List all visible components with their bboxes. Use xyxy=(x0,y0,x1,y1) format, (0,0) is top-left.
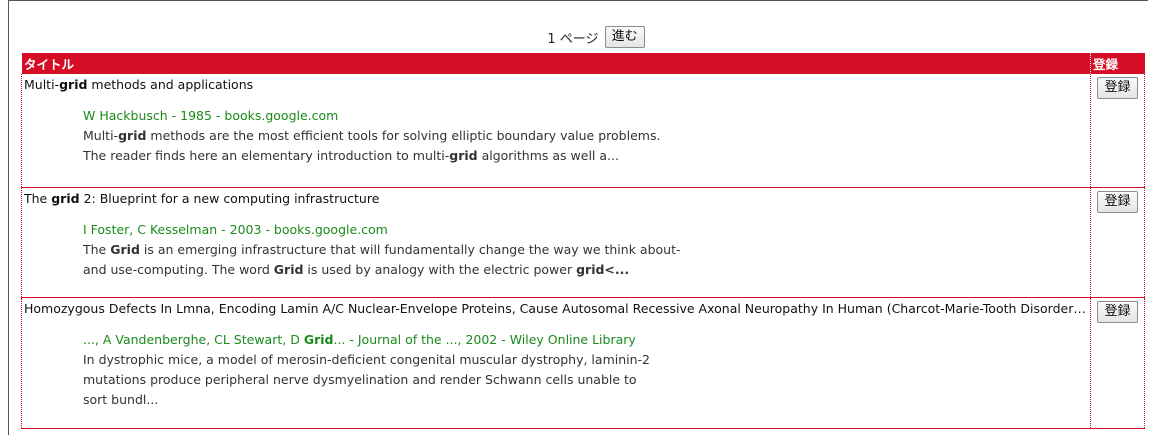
title-text: The xyxy=(24,190,52,206)
result-desc-line: mutations produce peripheral nerve dysmy… xyxy=(83,371,637,387)
desc-text: algorithms as well a... xyxy=(477,148,619,163)
register-button[interactable]: 登録 xyxy=(1097,77,1138,99)
result-desc-line: Multi-grid methods are the most efficien… xyxy=(83,126,1088,146)
title-text: 2: Blueprint for a new computing infrast… xyxy=(79,190,380,206)
desc-highlight: Grid xyxy=(273,261,304,277)
register-button[interactable]: 登録 xyxy=(1097,190,1138,213)
title-highlight: grid xyxy=(51,190,80,206)
result-snippet: W Hackbusch - 1985 - books.google.com Mu… xyxy=(83,106,1088,166)
result-title[interactable]: The grid 2: Blueprint for a new computin… xyxy=(24,191,1088,206)
meta-highlight: Grid xyxy=(303,331,334,347)
header-row: タイトル 登録 xyxy=(21,53,1145,74)
result-title[interactable]: Multi-grid methods and applications xyxy=(24,77,1088,92)
register-cell: 登録 xyxy=(1090,297,1145,429)
desc-text: methods are the most efficient tools for… xyxy=(146,128,661,143)
table-row: The grid 2: Blueprint for a new computin… xyxy=(21,187,1145,298)
result-desc-line: and use-computing. The word Grid is used… xyxy=(83,260,1088,280)
result-cell: Homozygous Defects In Lmna, Encoding Lam… xyxy=(21,297,1091,429)
next-page-button[interactable]: 進む xyxy=(604,26,645,48)
table-row: Multi-grid methods and applications W Ha… xyxy=(21,74,1145,188)
meta-text: ..., A Vandenberghe, CL Stewart, D xyxy=(83,331,304,347)
pager: 1 ページ 進む xyxy=(0,26,1150,48)
result-cell: Multi-grid methods and applications W Ha… xyxy=(21,74,1091,188)
results-table: タイトル 登録 Multi-grid methods and applicati… xyxy=(21,53,1145,429)
result-meta: I Foster, C Kesselman - 2003 - books.goo… xyxy=(83,221,388,237)
desc-text: is an emerging infrastructure that will … xyxy=(139,241,681,257)
desc-text: is used by analogy with the electric pow… xyxy=(303,261,577,277)
result-cell: The grid 2: Blueprint for a new computin… xyxy=(21,187,1091,298)
desc-highlight: grid<... xyxy=(576,261,630,277)
register-cell: 登録 xyxy=(1090,74,1145,188)
result-desc-line: The reader finds here an elementary intr… xyxy=(83,146,1088,166)
result-desc-line: The Grid is an emerging infrastructure t… xyxy=(83,240,1088,260)
title-text: methods and applications xyxy=(87,77,254,92)
title-text: Multi- xyxy=(24,77,60,92)
column-header-register: 登録 xyxy=(1090,53,1145,74)
title-highlight: grid xyxy=(59,77,88,92)
meta-text: ... - Journal of the ..., 2002 - Wiley O… xyxy=(333,331,636,347)
table-row: Homozygous Defects In Lmna, Encoding Lam… xyxy=(21,297,1145,429)
result-desc-line: sort bundl... xyxy=(83,391,159,407)
register-button[interactable]: 登録 xyxy=(1097,300,1138,323)
result-snippet: ..., A Vandenberghe, CL Stewart, D Grid.… xyxy=(83,330,1088,410)
page-indicator: 1 ページ xyxy=(547,31,599,47)
result-meta: W Hackbusch - 1985 - books.google.com xyxy=(83,108,339,123)
result-snippet: I Foster, C Kesselman - 2003 - books.goo… xyxy=(83,220,1088,280)
desc-text: The reader finds here an elementary intr… xyxy=(83,148,450,163)
column-header-title: タイトル xyxy=(21,53,1091,74)
desc-highlight: Grid xyxy=(110,241,140,257)
desc-highlight: grid xyxy=(118,128,147,143)
result-meta: ..., A Vandenberghe, CL Stewart, D Grid.… xyxy=(83,330,1088,350)
desc-text: Multi- xyxy=(83,128,119,143)
register-cell: 登録 xyxy=(1090,187,1145,298)
desc-text: and use-computing. The word xyxy=(83,261,274,277)
desc-highlight: grid xyxy=(449,148,478,163)
result-title[interactable]: Homozygous Defects In Lmna, Encoding Lam… xyxy=(24,301,1088,316)
result-desc-line: In dystrophic mice, a model of merosin-d… xyxy=(83,351,650,367)
desc-text: The xyxy=(83,241,111,257)
